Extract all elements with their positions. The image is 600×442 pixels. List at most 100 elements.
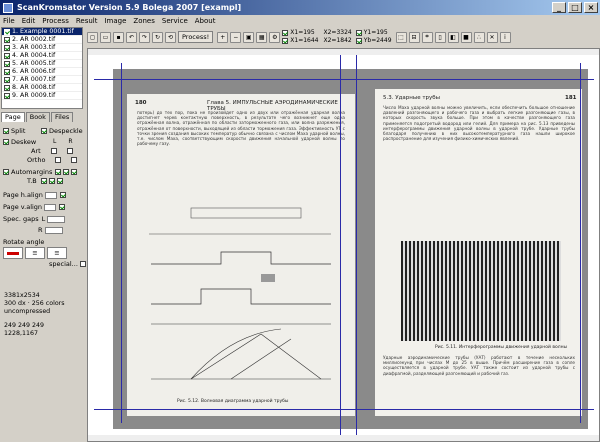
page-v-select[interactable]: [44, 203, 57, 211]
special-checkbox[interactable]: [79, 261, 86, 267]
despeckle-checkbox[interactable]: [41, 128, 47, 134]
fill-icon[interactable]: ■: [460, 31, 472, 43]
zoom-out-icon[interactable]: −: [230, 31, 242, 43]
redo-icon[interactable]: ↷: [139, 31, 150, 43]
x1-checkbox[interactable]: [282, 30, 289, 36]
open-icon[interactable]: ▭: [100, 31, 111, 43]
menu-edit[interactable]: Edit: [22, 17, 36, 25]
new-icon[interactable]: ◻: [87, 31, 98, 43]
automargins-b-checkbox[interactable]: [63, 169, 70, 175]
zone-line-bottom[interactable]: [94, 409, 594, 410]
close-button[interactable]: ×: [584, 2, 598, 13]
settings-icon[interactable]: ⚙: [269, 31, 281, 43]
zone-line-right[interactable]: [580, 63, 581, 423]
tab-page[interactable]: Page: [1, 112, 25, 122]
gap-r-input[interactable]: [44, 226, 63, 234]
ortho-r-checkbox[interactable]: [71, 157, 78, 163]
left-page: 180 Глава 5. ИМПУЛЬСНЫЕ АЭРОДИНАМИЧЕСКИЕ…: [127, 94, 355, 416]
rotate-right-button[interactable]: ≡: [47, 247, 67, 259]
file-checkbox[interactable]: [4, 28, 10, 35]
file-checkbox[interactable]: [4, 52, 10, 59]
page-h-select[interactable]: [44, 191, 57, 199]
file-item[interactable]: 8. AR 0008.tif: [2, 84, 82, 92]
file-checkbox[interactable]: [4, 92, 10, 99]
automargins-checkbox[interactable]: [3, 169, 9, 175]
minimize-button[interactable]: _: [552, 2, 566, 13]
y1-checkbox[interactable]: [355, 30, 362, 36]
automargins-a-checkbox[interactable]: [55, 169, 62, 175]
art-r-checkbox[interactable]: [66, 148, 73, 154]
app-icon: [3, 2, 13, 13]
art-l-checkbox[interactable]: [50, 148, 57, 154]
automargins-c-checkbox[interactable]: [71, 169, 78, 175]
split-checkbox[interactable]: [3, 128, 9, 134]
fit-icon[interactable]: ▣: [243, 31, 255, 43]
menu-image[interactable]: Image: [104, 17, 126, 25]
despeckle-label: Despeckle: [49, 127, 83, 135]
tab-files[interactable]: Files: [50, 112, 74, 122]
file-item[interactable]: 6. AR 0006.tif: [2, 68, 82, 76]
select-icon[interactable]: ◧: [447, 31, 459, 43]
menu-bar: File Edit Process Result Image Zones Ser…: [0, 15, 600, 26]
file-list[interactable]: 1. Example 0001.tif 2. AR 0002.tif 3. AR…: [1, 27, 83, 109]
menu-process[interactable]: Process: [42, 17, 69, 25]
menu-about[interactable]: About: [195, 17, 216, 25]
tb-a-checkbox[interactable]: [40, 178, 47, 184]
image-compression: uncompressed: [4, 308, 51, 315]
page-icon[interactable]: ▯: [434, 31, 446, 43]
zoom-in-icon[interactable]: +: [217, 31, 229, 43]
maximize-button[interactable]: □: [568, 2, 582, 13]
page-v-checkbox[interactable]: [59, 204, 66, 210]
y-coordinates-panel: Y1=195 Yb=2449: [355, 29, 392, 45]
rotate-left-button[interactable]: ≡: [25, 247, 45, 259]
menu-file[interactable]: File: [3, 17, 15, 25]
file-item[interactable]: 9. AR 0009.tif: [2, 92, 82, 100]
file-checkbox[interactable]: [4, 36, 10, 43]
file-checkbox[interactable]: [4, 60, 10, 67]
menu-service[interactable]: Service: [162, 17, 188, 25]
menu-result[interactable]: Result: [76, 17, 98, 25]
zone-line-top[interactable]: [94, 79, 594, 80]
delete-icon[interactable]: ✕: [486, 31, 498, 43]
split-icon[interactable]: ⊟: [408, 31, 420, 43]
deskew-checkbox[interactable]: [3, 139, 9, 145]
process-button[interactable]: Process!: [178, 31, 214, 43]
zone-line-center-right[interactable]: [356, 55, 357, 435]
page-h-checkbox[interactable]: [59, 192, 66, 198]
pixel-color: 249 249 249: [4, 322, 45, 329]
file-item[interactable]: 4. AR 0004.tif: [2, 52, 82, 60]
tab-book[interactable]: Book: [25, 112, 50, 122]
despeckle-icon[interactable]: ∴: [473, 31, 485, 43]
file-item[interactable]: 5. AR 0005.tif: [2, 60, 82, 68]
file-checkbox[interactable]: [4, 76, 10, 83]
zone-line-left[interactable]: [121, 63, 122, 423]
undo-icon[interactable]: ↶: [126, 31, 137, 43]
special-link[interactable]: special...: [49, 260, 78, 268]
info-icon[interactable]: i: [499, 31, 511, 43]
x1b-checkbox[interactable]: [282, 38, 289, 44]
tb-c-checkbox[interactable]: [56, 178, 63, 184]
file-item[interactable]: 2. AR 0002.tif: [2, 36, 82, 44]
save-icon[interactable]: ▪: [113, 31, 124, 43]
file-item[interactable]: 3. AR 0003.tif: [2, 44, 82, 52]
rotate-icon[interactable]: ⟲: [165, 31, 176, 43]
zone-icon[interactable]: ⬚: [395, 31, 407, 43]
zone-line-center[interactable]: [340, 55, 341, 435]
rotate-color-button[interactable]: [3, 247, 23, 259]
coordinates-panel: X1=195 X2=3324 X1=1644 X2=1842: [282, 29, 352, 45]
menu-zones[interactable]: Zones: [133, 17, 154, 25]
file-checkbox[interactable]: [4, 44, 10, 51]
gap-l-input[interactable]: [47, 215, 66, 223]
ortho-l-checkbox[interactable]: [55, 157, 62, 163]
crop-icon[interactable]: ⌗: [421, 31, 433, 43]
file-checkbox[interactable]: [4, 84, 10, 91]
yb-checkbox[interactable]: [355, 38, 362, 44]
file-item[interactable]: 1. Example 0001.tif: [2, 28, 82, 36]
rotate-label: Rotate angle: [3, 238, 45, 246]
image-view[interactable]: 180 Глава 5. ИМПУЛЬСНЫЕ АЭРОДИНАМИЧЕСКИЕ…: [87, 48, 600, 442]
refresh-icon[interactable]: ↻: [152, 31, 163, 43]
grid-icon[interactable]: ▦: [256, 31, 268, 43]
tb-b-checkbox[interactable]: [48, 178, 55, 184]
file-checkbox[interactable]: [4, 68, 10, 75]
file-item[interactable]: 7. AR 0007.tif: [2, 76, 82, 84]
